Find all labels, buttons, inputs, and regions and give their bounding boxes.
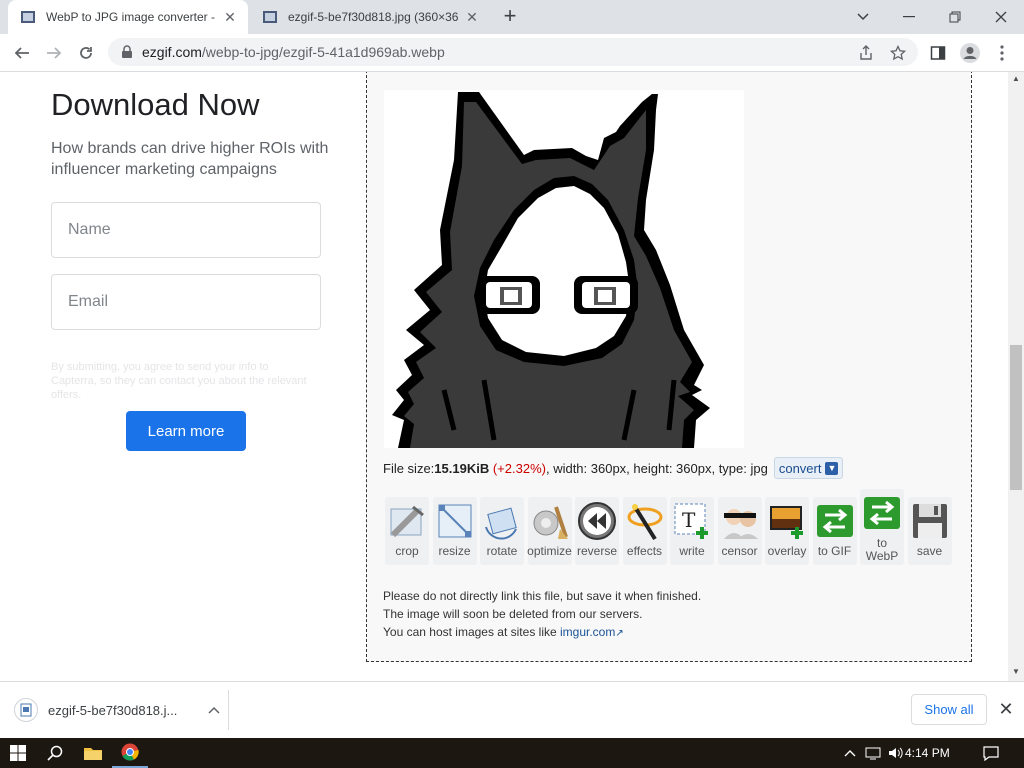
download-filename: ezgif-5-be7f30d818.j...	[48, 702, 178, 718]
minimize-icon[interactable]	[886, 0, 932, 34]
file-details: , width: 360px, height: 360px, type: jpg	[545, 460, 768, 476]
tab-webp-to-jpg[interactable]: WebP to JPG image converter - P ✕	[8, 0, 248, 34]
shelf-divider	[228, 690, 229, 730]
chrome-taskbar-icon[interactable]	[112, 738, 148, 768]
notifications-icon[interactable]	[976, 738, 1006, 768]
tool-save[interactable]: save	[907, 497, 952, 565]
window-close-icon[interactable]	[978, 0, 1024, 34]
chevron-up-icon[interactable]	[208, 703, 224, 717]
ad-title: Download Now	[51, 87, 260, 122]
notes: Please do not directly link this file, b…	[383, 587, 701, 643]
tool-overlay[interactable]: overlay	[765, 497, 809, 565]
lock-icon[interactable]	[120, 45, 134, 59]
note-line: You can host images at sites like imgur.…	[383, 625, 624, 639]
download-arrow-icon: ▼	[825, 461, 839, 475]
ad-name-field[interactable]: Name	[51, 202, 321, 258]
page-content: Download Now How brands can drive higher…	[0, 72, 1008, 681]
network-icon[interactable]	[862, 738, 884, 768]
tab-title: WebP to JPG image converter - P	[46, 10, 216, 24]
svg-text:T: T	[682, 508, 696, 532]
file-info: File size: 15.19KiB (+2.32%) , width: 36…	[383, 457, 844, 479]
output-panel: File size: 15.19KiB (+2.32%) , width: 36…	[366, 72, 972, 662]
share-icon[interactable]	[853, 40, 879, 66]
back-arrow-icon[interactable]	[9, 40, 35, 66]
ad-legal-text: By submitting, you agree to send your in…	[51, 361, 307, 401]
tab-search-chevron-icon[interactable]	[840, 0, 886, 34]
tool-optimize[interactable]: optimize	[527, 497, 572, 565]
search-icon[interactable]	[38, 738, 72, 768]
effects-icon	[627, 504, 662, 541]
convert-button[interactable]: convert ▼	[773, 457, 844, 479]
tool-to-gif[interactable]: to GIF	[812, 497, 857, 565]
tool-resize[interactable]: resize	[432, 497, 477, 565]
side-panel-icon[interactable]	[925, 40, 951, 66]
save-icon	[912, 504, 947, 538]
external-link-icon: ↗	[615, 628, 624, 639]
scroll-down-icon[interactable]: ▼	[1008, 665, 1024, 679]
reload-icon[interactable]	[73, 40, 99, 66]
tab-jpg-file[interactable]: ezgif-5-be7f30d818.jpg (360×36 ✕	[250, 0, 490, 34]
ad-email-field[interactable]: Email	[51, 274, 321, 330]
close-tab-icon[interactable]: ✕	[464, 9, 480, 25]
tool-crop[interactable]: crop	[385, 497, 429, 565]
scroll-up-icon[interactable]: ▲	[1008, 72, 1024, 86]
reverse-icon	[578, 502, 616, 540]
rotate-icon	[485, 507, 517, 540]
close-tab-icon[interactable]: ✕	[222, 9, 238, 25]
close-shelf-icon[interactable]: ✕	[996, 699, 1016, 719]
tool-effects[interactable]: effects	[622, 497, 667, 565]
forward-arrow-icon[interactable]	[41, 40, 67, 66]
learn-more-button[interactable]: Learn more	[126, 411, 246, 451]
system-clock[interactable]: 4:14 PM	[905, 738, 950, 768]
restore-icon[interactable]	[932, 0, 978, 34]
resize-icon	[438, 504, 471, 538]
bookmark-star-icon[interactable]	[885, 40, 911, 66]
write-icon: T	[674, 503, 708, 539]
optimize-icon	[533, 506, 568, 539]
ezgif-favicon-icon	[21, 11, 35, 23]
menu-dots-icon[interactable]	[989, 40, 1015, 66]
scrollbar-thumb[interactable]	[1010, 345, 1022, 490]
profile-avatar-icon[interactable]	[957, 40, 983, 66]
tool-to-webp[interactable]: to WebP	[860, 489, 904, 565]
volume-icon[interactable]	[886, 738, 906, 768]
image-file-icon	[14, 698, 38, 722]
tray-chevron-up-icon[interactable]	[840, 738, 860, 768]
tool-censor[interactable]: censor	[717, 497, 762, 565]
censor-icon	[723, 509, 758, 539]
imgur-link[interactable]: imgur.com	[560, 625, 615, 639]
tool-rotate[interactable]: rotate	[480, 497, 524, 565]
note-line: Please do not directly link this file, b…	[383, 589, 702, 603]
to-webp-icon	[864, 497, 900, 529]
overlay-icon	[770, 506, 803, 539]
size-change: (+2.32%)	[492, 460, 546, 476]
image-favicon-icon	[263, 11, 277, 23]
tool-write[interactable]: T write	[670, 497, 714, 565]
file-size: 15.19KiB	[434, 460, 490, 476]
new-tab-plus-icon[interactable]: +	[498, 5, 522, 29]
show-all-button[interactable]: Show all	[911, 694, 987, 725]
ad-subtitle: How brands can drive higher ROIs with in…	[51, 140, 329, 178]
pixel-character-image	[392, 92, 710, 448]
tool-bar: crop resize rotate optimize reverse effe…	[385, 489, 955, 565]
tab-title: ezgif-5-be7f30d818.jpg (360×36	[288, 10, 458, 24]
windows-start-icon[interactable]	[0, 738, 36, 768]
crop-icon	[390, 505, 424, 538]
file-explorer-icon[interactable]	[76, 738, 110, 768]
tool-reverse[interactable]: reverse	[575, 497, 619, 565]
url-text: ezgif.com/webp-to-jpg/ezgif-5-41a1d969ab…	[142, 44, 445, 60]
output-image[interactable]	[384, 90, 744, 448]
download-item[interactable]: ezgif-5-be7f30d818.j...	[14, 696, 224, 724]
address-bar[interactable]: ezgif.com/webp-to-jpg/ezgif-5-41a1d969ab…	[108, 38, 918, 66]
note-line: The image will soon be deleted from our …	[383, 607, 643, 621]
to-gif-icon	[816, 505, 853, 537]
